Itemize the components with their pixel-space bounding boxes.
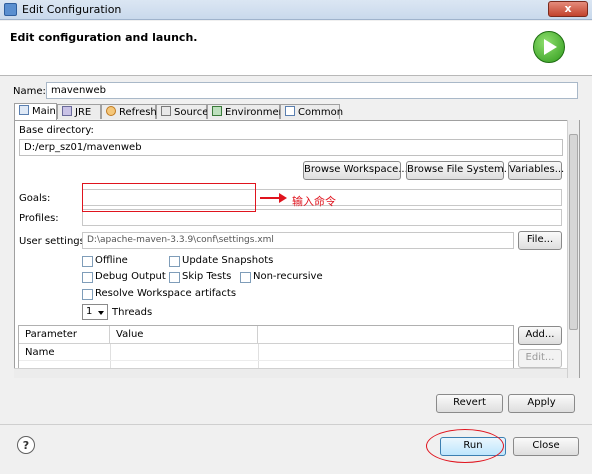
file-button[interactable]: File... — [518, 231, 562, 250]
debug-output-checkbox[interactable] — [82, 272, 93, 283]
app-icon — [4, 3, 17, 16]
scrollbar-thumb[interactable] — [569, 134, 578, 330]
offline-checkbox[interactable] — [82, 256, 93, 267]
apply-button[interactable]: Apply — [508, 394, 575, 413]
tab-common[interactable]: Common — [280, 104, 344, 119]
row-divider — [19, 360, 513, 361]
base-directory-input[interactable]: D:/erp_sz01/mavenweb — [19, 139, 563, 156]
source-icon — [161, 106, 171, 116]
threads-value: 1 — [86, 306, 93, 317]
footer-separator — [0, 424, 592, 425]
parameters-table-header: Parameter Name Value — [19, 326, 513, 358]
user-settings-input[interactable]: D:\apache-maven-3.3.9\conf\settings.xml — [82, 232, 514, 249]
tab-main[interactable]: Main — [14, 103, 57, 120]
close-button[interactable]: Close — [513, 437, 579, 456]
panel-vertical-scrollbar[interactable] — [567, 120, 579, 378]
title-bar: Edit Configuration x — [0, 0, 592, 20]
name-input[interactable]: mavenweb — [46, 82, 578, 99]
goals-label: Goals: — [19, 193, 51, 204]
revert-button[interactable]: Revert — [436, 394, 503, 413]
window-title: Edit Configuration — [22, 3, 122, 16]
browse-workspace-button[interactable]: Browse Workspace... — [303, 161, 408, 180]
tab-jre-label: JRE — [75, 107, 92, 118]
browse-file-system-button[interactable]: Browse File System... — [406, 161, 513, 180]
skip-tests-label: Skip Tests — [182, 271, 232, 282]
add-parameter-button[interactable]: Add... — [518, 326, 562, 345]
base-directory-label: Base directory: — [19, 125, 94, 136]
tab-refresh-label: Refresh — [119, 107, 157, 118]
resolve-workspace-checkbox[interactable] — [82, 289, 93, 300]
tab-common-label: Common — [298, 107, 344, 118]
tab-main-label: Main — [32, 106, 56, 117]
run-triangle — [544, 39, 557, 55]
tab-source-label: Source — [174, 107, 209, 118]
chevron-down-icon — [98, 311, 104, 315]
non-recursive-label: Non-recursive — [253, 271, 323, 282]
run-highlight-ellipse — [426, 429, 504, 463]
goals-annotation: 输入命令 — [292, 195, 336, 208]
tab-source[interactable]: Source — [156, 104, 209, 119]
tab-jre[interactable]: JRE — [57, 104, 101, 119]
resolve-workspace-label: Resolve Workspace artifacts — [95, 288, 237, 299]
column-header-value[interactable]: Value — [110, 326, 258, 344]
user-settings-label: User settings: — [19, 236, 89, 247]
common-icon — [285, 106, 295, 116]
header-title: Edit configuration and launch. — [10, 31, 198, 44]
main-tab-icon — [19, 105, 29, 115]
edit-parameter-button[interactable]: Edit... — [518, 349, 562, 368]
annotation-arrow-line — [260, 197, 280, 199]
threads-label: Threads — [112, 307, 153, 318]
tab-refresh[interactable]: Refresh — [101, 104, 157, 119]
annotation-arrow-head — [279, 193, 287, 203]
jre-icon — [62, 106, 72, 116]
update-snapshots-checkbox[interactable] — [169, 256, 180, 267]
panel-horizontal-scrollbar[interactable] — [14, 368, 567, 378]
profiles-label: Profiles: — [19, 213, 59, 224]
column-header-parameter-name[interactable]: Parameter Name — [19, 326, 110, 358]
debug-output-label: Debug Output — [95, 271, 166, 282]
name-label: Name: — [13, 86, 46, 97]
non-recursive-checkbox[interactable] — [240, 272, 251, 283]
update-snapshots-label: Update Snapshots — [182, 255, 274, 266]
refresh-icon — [106, 106, 116, 116]
skip-tests-checkbox[interactable] — [169, 272, 180, 283]
variables-button[interactable]: Variables... — [508, 161, 564, 180]
threads-dropdown[interactable]: 1 — [82, 304, 108, 320]
environment-icon — [212, 106, 222, 116]
dialog-header: Edit configuration and launch. — [0, 21, 592, 76]
help-icon[interactable]: ? — [17, 436, 35, 454]
offline-label: Offline — [95, 255, 128, 266]
goals-highlight-box — [82, 183, 256, 212]
window-close-button[interactable]: x — [548, 1, 588, 17]
tab-environment[interactable]: Environment — [207, 104, 289, 119]
run-icon — [533, 31, 565, 63]
